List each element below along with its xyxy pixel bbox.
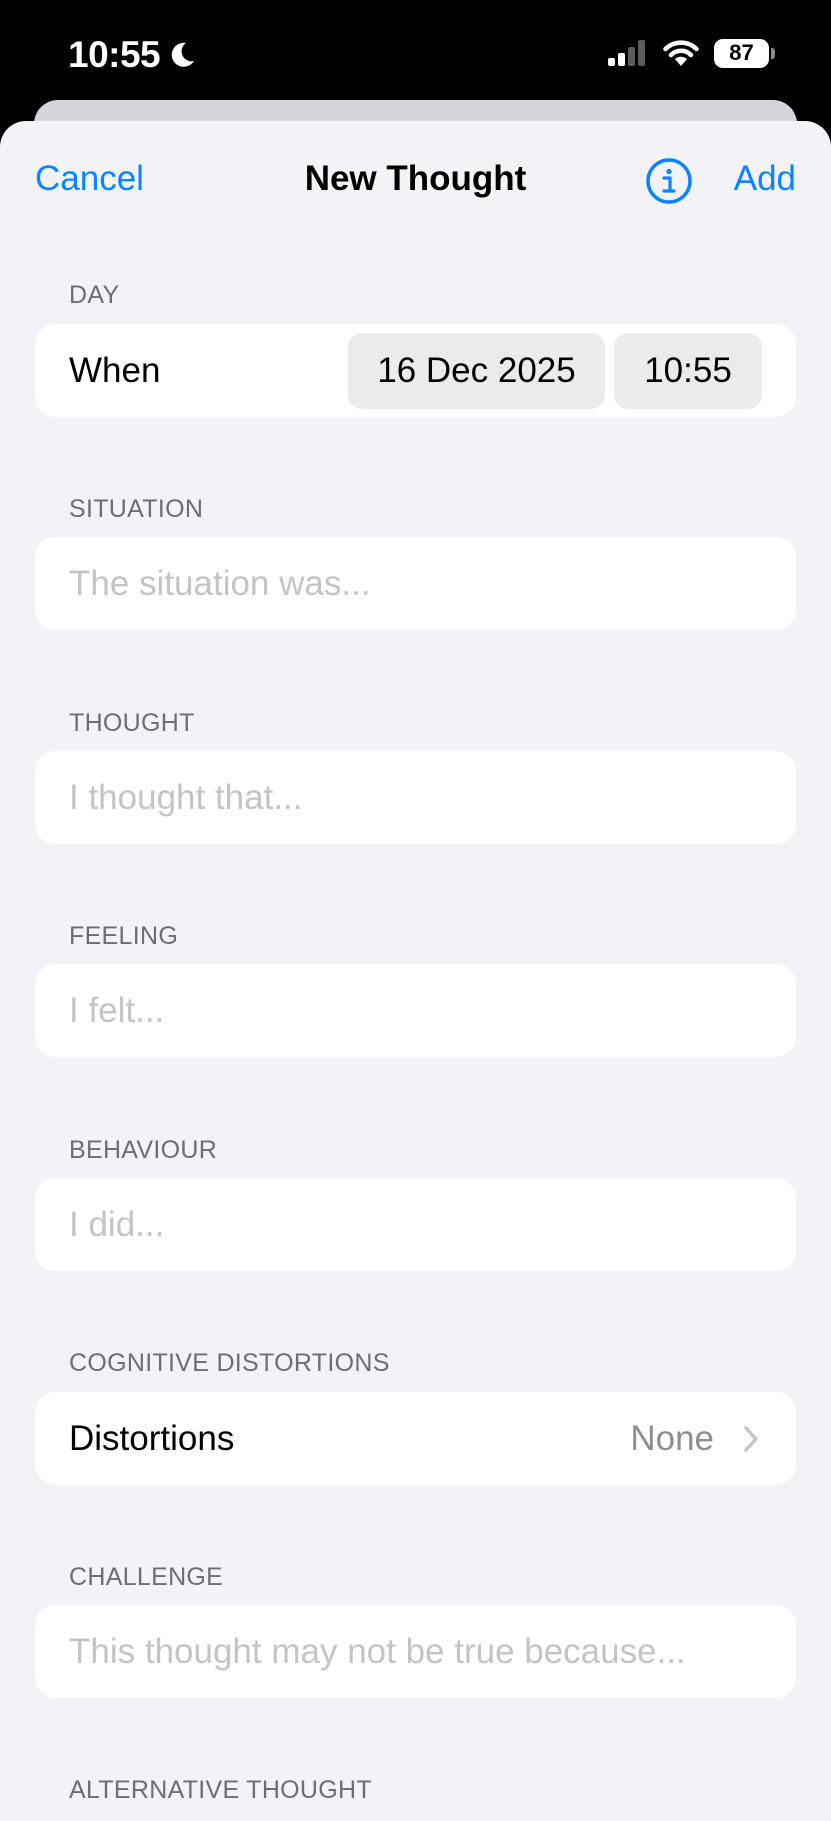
status-bar: 10:55 87 [0,0,831,110]
when-label: When [69,351,161,390]
section-header-thought: THOUGHT [69,709,195,737]
behaviour-card [35,1178,796,1271]
wifi-icon [663,40,699,66]
section-header-challenge: CHALLENGE [69,1563,224,1591]
section-header-feeling: FEELING [69,922,179,950]
cancel-button[interactable]: Cancel [35,159,144,199]
battery-level: 87 [714,38,769,68]
status-indicators: 87 [606,38,775,68]
when-row: When 16 Dec 2025 10:55 [35,324,796,417]
time-picker-button[interactable]: 10:55 [614,333,762,409]
situation-input[interactable] [35,537,796,630]
section-header-alternative-thought: ALTERNATIVE THOUGHT [69,1776,372,1804]
signal-icon [608,40,645,66]
thought-input[interactable] [35,751,796,844]
battery-icon: 87 [714,38,775,68]
status-time: 10:55 [68,34,198,76]
moon-icon [171,42,195,67]
feeling-card [35,964,796,1057]
distortions-label: Distortions [69,1419,235,1458]
status-time-text: 10:55 [68,34,161,75]
date-picker-button[interactable]: 16 Dec 2025 [348,333,605,409]
new-thought-sheet: Cancel New Thought Add DAY When 16 Dec 2… [0,121,831,1821]
chevron-right-icon [744,1426,758,1452]
feeling-input[interactable] [35,964,796,1057]
add-button[interactable]: Add [734,159,796,199]
section-header-distortions: COGNITIVE DISTORTIONS [69,1349,390,1377]
info-icon[interactable] [645,157,693,205]
navigation-bar: Cancel New Thought Add [0,121,831,241]
thought-card [35,751,796,844]
battery-tip [771,47,775,59]
distortions-value: None [630,1419,714,1458]
section-header-situation: SITUATION [69,495,204,523]
challenge-input[interactable] [35,1605,796,1698]
section-header-behaviour: BEHAVIOUR [69,1136,218,1164]
challenge-card [35,1605,796,1698]
behaviour-input[interactable] [35,1178,796,1271]
section-header-day: DAY [69,281,120,309]
distortions-row[interactable]: Distortions None [35,1392,796,1485]
situation-card [35,537,796,630]
